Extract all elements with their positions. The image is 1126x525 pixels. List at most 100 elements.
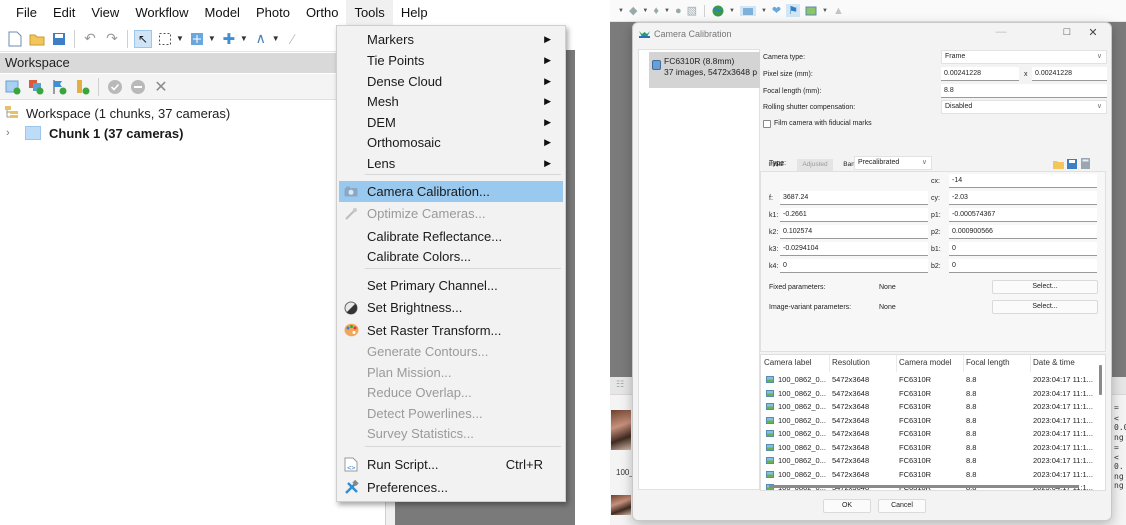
menu-edit[interactable]: Edit	[45, 0, 83, 26]
pointer-icon[interactable]: ↖	[134, 29, 152, 48]
ruler-icon[interactable]: ∧	[252, 30, 270, 48]
add-photos-icon[interactable]	[27, 78, 45, 96]
vertical-scrollbar[interactable]	[1099, 365, 1102, 395]
f-input[interactable]: 3687.24	[780, 191, 928, 205]
remove-icon[interactable]: ✕	[152, 78, 170, 96]
menu-item-detect-powerlines[interactable]: Detect Powerlines...	[339, 403, 563, 424]
menu-help[interactable]: Help	[393, 0, 436, 26]
table-row[interactable]: 100_0862_0... 5472x3648 FC6310R 8.8 2023:04:…	[761, 455, 1101, 469]
add-markers-icon[interactable]	[50, 78, 68, 96]
save-icon[interactable]	[50, 30, 68, 48]
table-row[interactable]: 100_0862_0... 5472x3648 FC6310R 8.8 2023:04:…	[761, 388, 1101, 402]
menu-ortho[interactable]: Ortho	[298, 0, 347, 26]
focal-length-input[interactable]: 8.8	[941, 84, 1107, 98]
rectangle-select-icon[interactable]	[156, 30, 174, 48]
k4-input[interactable]: 0	[780, 259, 928, 273]
p1-input[interactable]: -0.000574367	[949, 208, 1097, 222]
menu-item-generate-contours[interactable]: Generate Contours...	[339, 341, 563, 362]
menu-file[interactable]: File	[8, 0, 45, 26]
cancel-button[interactable]: Cancel	[878, 499, 926, 513]
tab-adjusted[interactable]: Adjusted	[797, 159, 833, 171]
menu-item-reduce-overlap[interactable]: Reduce Overlap...	[339, 382, 563, 403]
table-row[interactable]: 100_0862_0... 5472x3648 FC6310R 8.8 2023:04:…	[761, 442, 1101, 456]
menu-item-markers[interactable]: Markers ▶	[339, 29, 563, 50]
calibration-type-select[interactable]: Precalibrated ∨	[854, 156, 932, 170]
menu-item-optimize-cameras[interactable]: Optimize Cameras...	[339, 203, 563, 224]
globe-icon[interactable]	[712, 5, 724, 17]
expand-arrow-icon[interactable]: ›	[6, 127, 18, 139]
table-row[interactable]: 100_0862_0... 5472x3648 FC6310R 8.8 2023:04:…	[761, 374, 1101, 388]
add-scalebar-icon[interactable]	[73, 78, 91, 96]
draw-line-icon[interactable]: ∕	[284, 30, 302, 48]
k2-input[interactable]: 0.102574	[780, 225, 928, 239]
save-calibration-icon[interactable]	[1067, 156, 1078, 169]
chevron-down-icon[interactable]: ▼	[664, 8, 670, 14]
chevron-down-icon[interactable]: ▼	[642, 8, 648, 14]
calculator-icon[interactable]	[1081, 156, 1091, 169]
redo-icon[interactable]: ↷	[103, 30, 121, 48]
tree-item-workspace[interactable]: Workspace (1 chunks, 37 cameras)	[4, 103, 230, 123]
column-header-resolution[interactable]: Resolution	[832, 358, 870, 367]
k3-input[interactable]: -0.0294104	[780, 242, 928, 256]
b2-input[interactable]: 0	[949, 259, 1097, 273]
menu-item-tie-points[interactable]: Tie Points ▶	[339, 50, 563, 71]
add-chunk-icon[interactable]	[4, 78, 22, 96]
chevron-down-icon[interactable]: ▼	[240, 34, 248, 43]
maximize-button[interactable]: □	[1057, 26, 1077, 38]
camera-group-item[interactable]: FC6310R (8.8mm) 37 images, 5472x3648 p	[649, 52, 760, 88]
undo-icon[interactable]: ↶	[81, 30, 99, 48]
region-icon[interactable]: ▲	[833, 5, 844, 17]
column-header-focal-length[interactable]: Focal length	[966, 358, 1010, 367]
column-header-camera-model[interactable]: Camera model	[899, 358, 951, 367]
close-button[interactable]: ✕	[1083, 26, 1103, 39]
menu-item-dense-cloud[interactable]: Dense Cloud ▶	[339, 71, 563, 92]
enable-icon[interactable]	[106, 78, 124, 96]
menu-item-survey-statistics[interactable]: Survey Statistics...	[339, 423, 563, 444]
dialog-titlebar[interactable]: Camera Calibration — □ ✕	[633, 23, 1111, 45]
chevron-down-icon[interactable]: ▼	[822, 8, 828, 14]
table-row[interactable]: 100_0862_0... 5472x3648 FC6310R 8.8 2023:04:…	[761, 428, 1101, 442]
horizontal-scrollbar[interactable]	[769, 485, 1079, 488]
chevron-down-icon[interactable]: ▼	[618, 8, 624, 14]
menu-model[interactable]: Model	[197, 0, 248, 26]
menu-item-set-raster-transform[interactable]: Set Raster Transform...	[339, 320, 563, 341]
show-images-icon[interactable]	[805, 6, 817, 16]
menu-item-calibrate-colors[interactable]: Calibrate Colors...	[339, 246, 563, 267]
ok-button[interactable]: OK	[823, 499, 871, 513]
chevron-down-icon[interactable]: ▼	[176, 34, 184, 43]
camera-type-select[interactable]: Frame ∨	[941, 50, 1107, 64]
menu-item-plan-mission[interactable]: Plan Mission...	[339, 362, 563, 383]
menu-item-lens[interactable]: Lens ▶	[339, 153, 563, 174]
load-calibration-icon[interactable]	[1053, 156, 1064, 169]
chevron-down-icon[interactable]: ▼	[208, 34, 216, 43]
menu-item-run-script[interactable]: <> Run Script... Ctrl+R	[339, 454, 563, 475]
table-row[interactable]: 100_0862_0... 5472x3648 FC6310R 8.8 2023:04:…	[761, 469, 1101, 483]
mesh-icon[interactable]: ♦	[653, 5, 659, 17]
menu-item-camera-calibration[interactable]: Camera Calibration...	[339, 181, 563, 202]
photo-thumbnail[interactable]	[611, 495, 631, 515]
menu-photo[interactable]: Photo	[248, 0, 298, 26]
column-header-date-time[interactable]: Date & time	[1033, 358, 1075, 367]
image-variant-select-button[interactable]: Select...	[992, 300, 1098, 314]
tree-item-chunk[interactable]: › Chunk 1 (37 cameras)	[6, 123, 183, 143]
navigation-icon[interactable]	[188, 30, 206, 48]
column-header-camera-label[interactable]: Camera label	[764, 358, 812, 367]
point-cloud-icon[interactable]: ◆	[629, 4, 637, 17]
open-folder-icon[interactable]	[28, 30, 46, 48]
cy-input[interactable]: -2.03	[949, 191, 1097, 205]
b1-input[interactable]: 0	[949, 242, 1097, 256]
pixel-size-y-input[interactable]: 0.00241228	[1032, 67, 1107, 81]
shapes-icon[interactable]: ❤	[772, 4, 781, 17]
photo-thumbnail[interactable]	[611, 410, 631, 450]
move-icon[interactable]: ✚	[220, 30, 238, 48]
new-document-icon[interactable]	[6, 30, 24, 48]
chevron-down-icon[interactable]: ▼	[272, 34, 280, 43]
table-row[interactable]: 100_0862_0... 5472x3648 FC6310R 8.8 2023:04:…	[761, 415, 1101, 429]
film-camera-checkbox[interactable]	[763, 120, 771, 128]
chevron-down-icon[interactable]: ▼	[729, 8, 735, 14]
chevron-down-icon[interactable]: ▼	[761, 8, 767, 14]
minimize-button[interactable]: —	[991, 26, 1011, 38]
k1-input[interactable]: -0.2661	[780, 208, 928, 222]
show-cameras-icon[interactable]	[739, 5, 756, 16]
show-markers-icon[interactable]: ⚑	[786, 4, 801, 17]
